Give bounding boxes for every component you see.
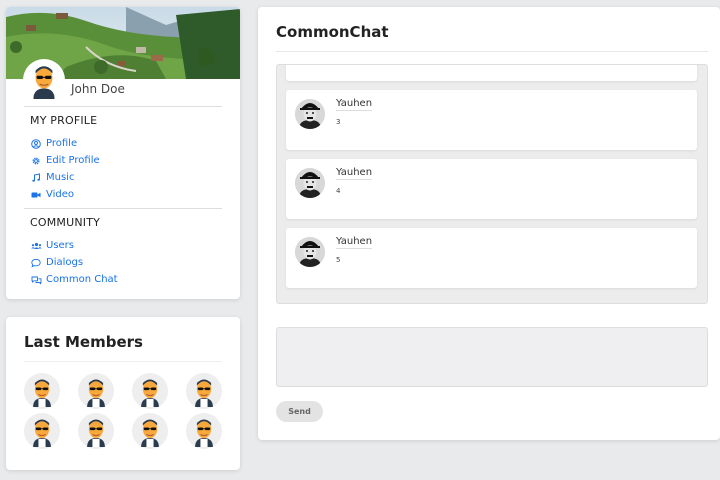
message-avatar [295, 168, 325, 198]
menu-item-label: Dialogs [46, 257, 84, 268]
music-note-icon [30, 172, 42, 184]
member-avatar[interactable] [132, 373, 168, 409]
menu-item-music[interactable]: Music [30, 169, 100, 186]
my-profile-menu: Profile Edit Profile Music Video [30, 135, 100, 203]
chat-message: Yauhen 4 [286, 159, 697, 219]
message-author-link[interactable]: Yauhen [336, 236, 373, 249]
chat-message: Yauhen 3 [286, 90, 697, 150]
message-avatar [295, 237, 325, 267]
users-icon [30, 240, 42, 252]
divider [276, 51, 708, 52]
message-author-link[interactable]: Yauhen [336, 167, 373, 180]
speech-bubble-icon [30, 257, 42, 269]
divider [24, 361, 222, 362]
video-camera-icon [30, 189, 42, 201]
profile-avatar[interactable] [23, 59, 65, 101]
member-avatar[interactable] [24, 373, 60, 409]
chat-title: CommonChat [276, 23, 389, 41]
community-heading: COMMUNITY [30, 216, 101, 229]
menu-item-label: Video [46, 189, 75, 200]
send-button[interactable]: Send [276, 401, 323, 422]
user-circle-icon [30, 138, 42, 150]
chat-message-input[interactable] [276, 327, 708, 387]
last-members-title: Last Members [24, 333, 143, 351]
common-chat-card: CommonChat Yauhen 3 Yauhen 4 Yauhen 5 Se… [258, 7, 720, 440]
menu-item-label: Profile [46, 138, 78, 149]
profile-name: John Doe [71, 82, 125, 96]
profile-card: John Doe MY PROFILE Profile Edit Profile… [6, 7, 240, 299]
divider [24, 208, 222, 209]
message-text: 3 [336, 118, 341, 126]
gear-icon [30, 155, 42, 167]
menu-item-dialogs[interactable]: Dialogs [30, 254, 118, 271]
menu-item-profile[interactable]: Profile [30, 135, 100, 152]
member-avatar[interactable] [24, 413, 60, 449]
divider [24, 106, 222, 107]
message-text: 4 [336, 187, 341, 195]
message-text: 5 [336, 256, 341, 264]
chat-messages[interactable]: Yauhen 3 Yauhen 4 Yauhen 5 [276, 64, 708, 304]
member-avatar[interactable] [186, 373, 222, 409]
menu-item-label: Users [46, 240, 75, 251]
message-avatar [295, 99, 325, 129]
menu-item-video[interactable]: Video [30, 186, 100, 203]
chat-bubbles-icon [30, 274, 42, 286]
member-avatar[interactable] [186, 413, 222, 449]
menu-item-users[interactable]: Users [30, 237, 118, 254]
menu-item-common-chat[interactable]: Common Chat [30, 271, 118, 288]
message-author-link[interactable]: Yauhen [336, 98, 373, 111]
member-grid [24, 373, 224, 449]
menu-item-label: Music [46, 172, 75, 183]
my-profile-heading: MY PROFILE [30, 114, 98, 127]
chat-message: Yauhen 5 [286, 228, 697, 288]
last-members-card: Last Members [6, 317, 240, 470]
menu-item-edit-profile[interactable]: Edit Profile [30, 152, 100, 169]
menu-item-label: Common Chat [46, 274, 118, 285]
member-avatar[interactable] [78, 373, 114, 409]
menu-item-label: Edit Profile [46, 155, 100, 166]
member-avatar[interactable] [78, 413, 114, 449]
community-menu: Users Dialogs Common Chat [30, 237, 118, 288]
member-avatar[interactable] [132, 413, 168, 449]
chat-message-partial [286, 65, 697, 81]
